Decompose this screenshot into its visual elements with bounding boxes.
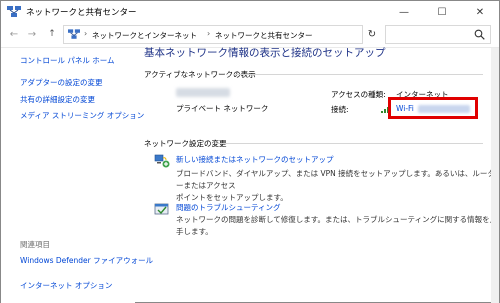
setup-connection-description: ブロードバンド、ダイヤルアップ、または VPN 接続をセットアップします。あるい… [176, 168, 499, 204]
sidebar-item-internet-options[interactable]: インターネット オプション [20, 280, 112, 291]
maximize-button[interactable]: ☐ [423, 1, 461, 23]
sidebar-item-advanced-sharing[interactable]: 共有の詳細設定の変更 [20, 94, 95, 105]
window: ネットワークと共有センター — ☐ ✕ ← → ↑ › ネットワークとインターネ… [0, 0, 500, 303]
network-name [176, 88, 230, 97]
network-setup-icon [154, 154, 170, 168]
sidebar-item-adapter-settings[interactable]: アダプターの設定の変更 [20, 77, 103, 88]
address-bar[interactable]: › ネットワークとインターネット › ネットワークと共有センター ⌄ [63, 25, 403, 44]
setup-connection-link[interactable]: 新しい接続またはネットワークのセットアップ [176, 154, 334, 165]
sidebar-item-media-streaming[interactable]: メディア ストリーミング オプション [20, 110, 144, 121]
network-center-icon [7, 6, 21, 17]
navigation-bar: ← → ↑ › ネットワークとインターネット › ネットワークと共有センター ⌄… [1, 23, 499, 47]
search-input[interactable] [385, 25, 491, 44]
network-center-icon [68, 29, 80, 39]
chevron-right-icon: › [84, 29, 88, 38]
troubleshoot-icon [154, 203, 169, 215]
highlight-box [388, 97, 478, 119]
chevron-right-icon: › [207, 29, 211, 38]
description-line: ブロードバンド、ダイヤルアップ、または VPN 接続をセットアップします。あるい… [176, 169, 495, 190]
breadcrumb-item[interactable]: ネットワークと共有センター [215, 30, 313, 41]
title-bar: ネットワークと共有センター — ☐ ✕ [1, 1, 499, 23]
sidebar-item-control-panel-home[interactable]: コントロール パネル ホーム [20, 55, 115, 66]
divider [217, 143, 483, 144]
divider [233, 74, 483, 75]
network-type: プライベート ネットワーク [176, 104, 269, 113]
minimize-button[interactable]: — [385, 1, 423, 23]
search-icon [474, 29, 485, 40]
refresh-button[interactable]: ↻ [365, 27, 379, 41]
window-title: ネットワークと共有センター [26, 8, 137, 18]
troubleshoot-link[interactable]: 問題のトラブルシューティング [176, 202, 281, 213]
scrollbar[interactable] [491, 48, 499, 303]
breadcrumb-item[interactable]: ネットワークとインターネット [92, 30, 197, 41]
close-button[interactable]: ✕ [461, 1, 499, 23]
related-heading: 関連項目 [20, 240, 50, 249]
forward-button[interactable]: → [25, 27, 39, 41]
troubleshoot-description: ネットワークの問題を診断して修復します。または、トラブルシューティングに関する情… [176, 215, 498, 236]
sidebar-item-firewall[interactable]: Windows Defender ファイアウォール [20, 255, 153, 266]
sidebar: コントロール パネル ホーム アダプターの設定の変更 共有の詳細設定の変更 メデ… [1, 48, 153, 303]
connection-label: 接続: [331, 105, 349, 114]
up-button[interactable]: ↑ [45, 27, 59, 41]
back-button[interactable]: ← [7, 27, 21, 41]
change-settings-heading: ネットワーク設定の変更 [144, 139, 227, 148]
page-title: 基本ネットワーク情報の表示と接続のセットアップ [144, 47, 386, 59]
access-type-label: アクセスの種類: [331, 90, 386, 99]
